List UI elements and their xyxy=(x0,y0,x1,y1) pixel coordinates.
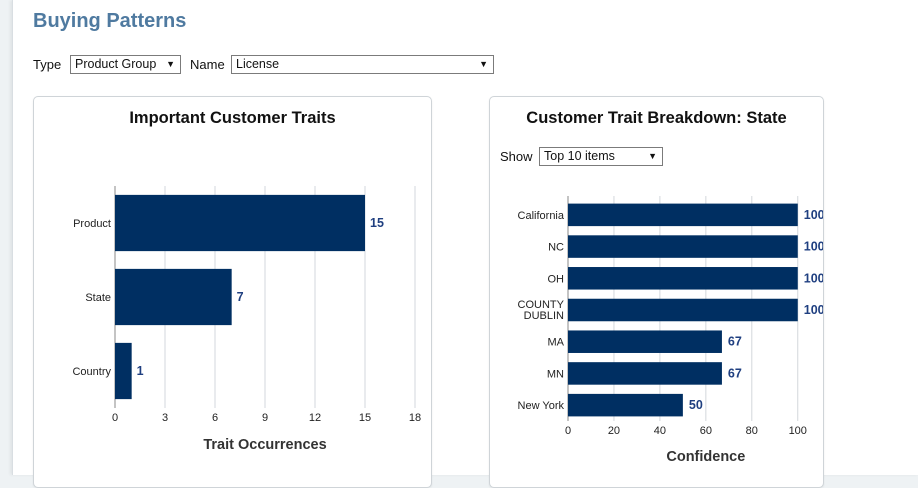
bar xyxy=(115,194,365,252)
x-tick-label: 15 xyxy=(359,412,371,424)
bar xyxy=(568,330,722,353)
x-tick-label: 0 xyxy=(112,412,118,424)
x-tick-label: 20 xyxy=(608,425,620,437)
bar xyxy=(568,203,798,227)
category-label: DUBLIN xyxy=(524,310,564,322)
x-tick-label: 40 xyxy=(654,425,666,437)
traits-bar-chart: 0 3 6 9 12 15 18 15 Product 7 State 1 Country Trait O… xyxy=(72,186,421,453)
bar-value-label: 7 xyxy=(237,290,244,304)
bar xyxy=(115,342,132,400)
category-label: New York xyxy=(518,400,565,412)
x-axis-title: Confidence xyxy=(666,449,745,465)
category-label: OH xyxy=(548,273,565,285)
type-label: Type xyxy=(33,57,62,72)
x-tick-label: 60 xyxy=(700,425,712,437)
category-label: NC xyxy=(548,242,564,254)
category-label: Product xyxy=(73,218,111,230)
breakdown-panel: Customer Trait Breakdown: State Show Top… xyxy=(489,96,824,488)
bar xyxy=(568,267,798,290)
x-tick-label: 18 xyxy=(409,412,421,424)
x-tick-label: 9 xyxy=(262,412,268,424)
bar-value-label: 15 xyxy=(370,216,384,230)
page-container: Buying Patterns Type Product Group ▼ Nam… xyxy=(12,0,918,488)
bar-value-label: 100 xyxy=(804,303,823,317)
bar-value-label: 50 xyxy=(689,398,703,412)
name-select-value: License xyxy=(236,57,280,71)
bar-value-label: 100 xyxy=(804,208,823,222)
category-label: Country xyxy=(72,366,111,378)
category-label: MN xyxy=(547,368,564,380)
x-tick-label: 12 xyxy=(309,412,321,424)
x-tick-label: 3 xyxy=(162,412,168,424)
name-select[interactable]: License ▼ xyxy=(231,55,494,74)
bar-value-label: 1 xyxy=(137,364,144,378)
x-tick-label: 80 xyxy=(746,425,758,437)
bar xyxy=(568,235,798,258)
bar-value-label: 100 xyxy=(804,271,823,285)
bar-value-label: 67 xyxy=(728,335,742,349)
x-tick-label: 0 xyxy=(565,425,571,437)
category-label: State xyxy=(85,292,111,304)
page-title: Buying Patterns xyxy=(33,10,187,32)
bar-value-label: 100 xyxy=(804,240,823,254)
bar xyxy=(115,268,232,326)
name-label: Name xyxy=(190,57,225,72)
bar xyxy=(568,298,798,322)
type-select-value: Product Group xyxy=(75,57,157,71)
x-axis-title: Trait Occurrences xyxy=(203,437,326,453)
chevron-down-icon: ▼ xyxy=(166,59,175,69)
x-tick-label: 6 xyxy=(212,412,218,424)
breakdown-bar-chart: 020406080100120100California100NC100OH10… xyxy=(518,196,823,465)
traits-panel: Important Customer Traits 0 3 6 9 12 15 18 15 Pr… xyxy=(33,96,432,488)
x-tick-label: 100 xyxy=(789,425,807,437)
category-label: California xyxy=(518,210,565,222)
chevron-down-icon: ▼ xyxy=(479,59,488,69)
bar-value-label: 67 xyxy=(728,366,742,380)
category-label: MA xyxy=(548,337,565,349)
bar xyxy=(568,362,722,385)
bar xyxy=(568,393,683,417)
type-select[interactable]: Product Group ▼ xyxy=(70,55,181,74)
